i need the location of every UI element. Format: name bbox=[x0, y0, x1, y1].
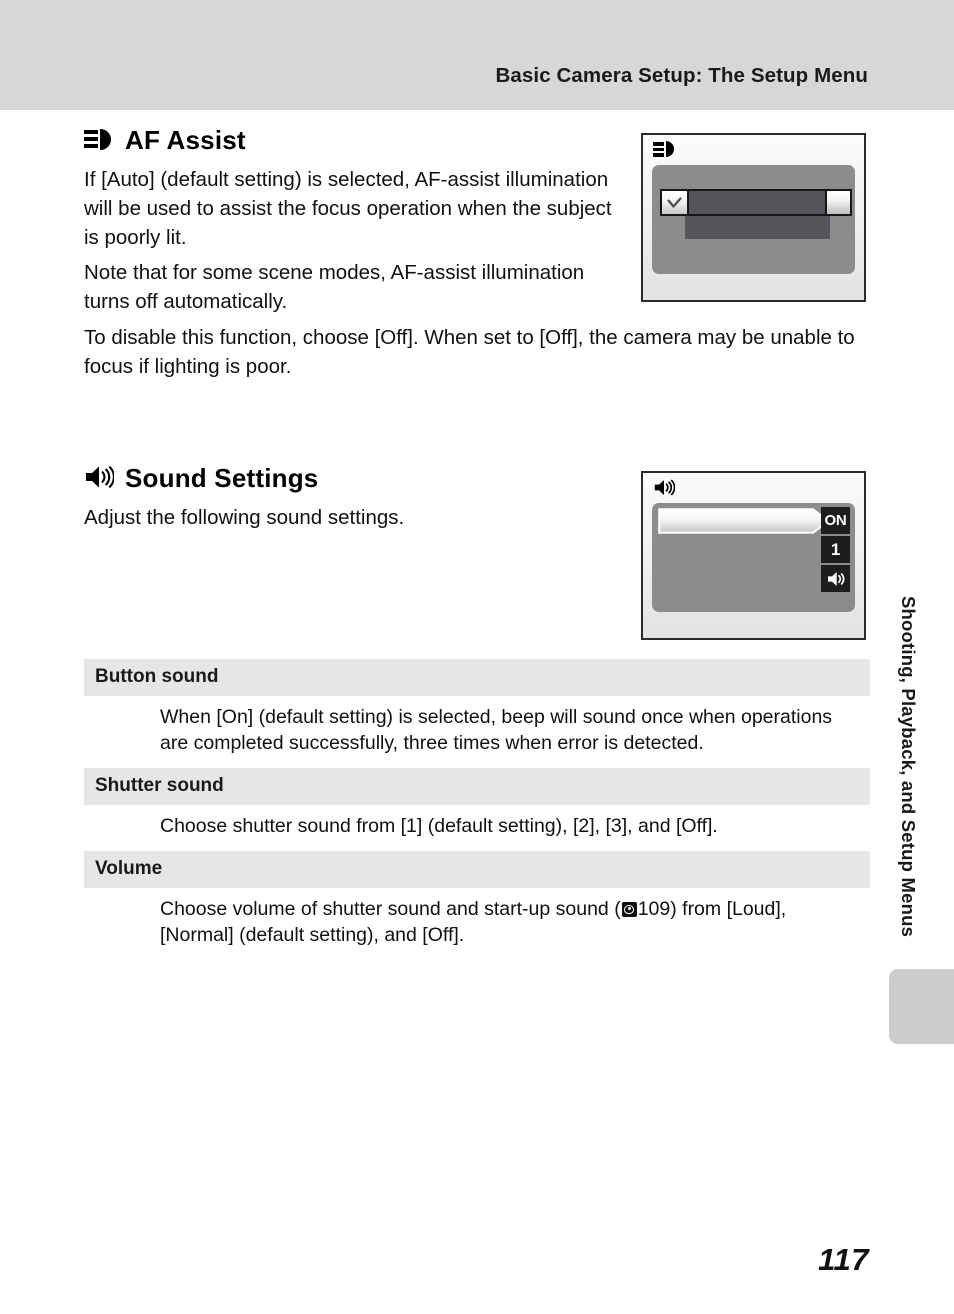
af-assist-paragraph-3: To disable this function, choose [Off]. … bbox=[84, 325, 855, 378]
sound-screen-titlebar bbox=[653, 479, 676, 499]
reference-eye-icon bbox=[621, 901, 637, 917]
af-assist-paragraph-1: If [Auto] (default setting) is selected,… bbox=[84, 168, 612, 250]
af-assist-paragraph-2: Note that for some scene modes, AF-assis… bbox=[84, 261, 585, 314]
page-header-band: Basic Camera Setup: The Setup Menu bbox=[0, 0, 954, 110]
af-screen-second-row[interactable] bbox=[685, 216, 830, 239]
af-screen-background bbox=[643, 135, 864, 300]
table-row-desc-shutter-sound: Choose shutter sound from [1] (default s… bbox=[160, 814, 718, 837]
af-screen-selected-row-marker bbox=[825, 191, 850, 214]
sound-screen-selected-row[interactable] bbox=[658, 508, 831, 534]
af-screen-selected-row-label bbox=[689, 191, 825, 214]
sound-settings-camera-screen: ON 1 bbox=[641, 471, 866, 640]
table-row-term-volume: Volume bbox=[84, 850, 870, 888]
table-row-desc-volume: Choose volume of shutter sound and start… bbox=[84, 888, 870, 960]
badge-volume[interactable] bbox=[821, 565, 850, 592]
page-number: 117 bbox=[818, 1242, 869, 1277]
af-assist-camera-screen bbox=[641, 133, 866, 302]
table-row-term-shutter-sound: Shutter sound bbox=[84, 767, 870, 805]
side-tab-label: Shooting, Playback, and Setup Menus bbox=[898, 596, 919, 938]
speaker-icon bbox=[654, 479, 676, 496]
badge-on[interactable]: ON bbox=[821, 507, 850, 534]
sound-screen-menu-panel: ON 1 bbox=[652, 503, 855, 612]
checkmark-icon bbox=[662, 191, 689, 214]
sound-screen-background: ON 1 bbox=[643, 473, 864, 638]
af-screen-menu-panel bbox=[652, 165, 855, 274]
sound-settings-definition-table: Button sound When [On] (default setting)… bbox=[84, 659, 870, 960]
sound-settings-paragraph-1: Adjust the following sound settings. bbox=[84, 505, 405, 529]
af-assist-lamp-icon bbox=[84, 128, 114, 150]
speaker-icon bbox=[827, 571, 844, 586]
page-header-title: Basic Camera Setup: The Setup Menu bbox=[495, 64, 868, 87]
sound-settings-heading-text: Sound Settings bbox=[125, 462, 319, 493]
table-row-term-button-sound: Button sound bbox=[84, 659, 870, 696]
badge-shutter-sound[interactable]: 1 bbox=[821, 536, 850, 563]
volume-desc-part1: Choose volume of shutter sound and start… bbox=[160, 897, 621, 920]
sound-screen-badge-column: ON 1 bbox=[821, 507, 850, 594]
side-tab-marker bbox=[889, 969, 954, 1044]
af-assist-heading-text: AF Assist bbox=[125, 125, 246, 155]
table-row-desc-button-sound: When [On] (default setting) is selected,… bbox=[160, 706, 833, 754]
af-assist-lamp-icon bbox=[653, 141, 677, 158]
af-screen-selected-row[interactable] bbox=[660, 189, 852, 216]
volume-ref-page: 109 bbox=[637, 897, 671, 920]
af-screen-titlebar bbox=[653, 141, 677, 161]
speaker-icon bbox=[84, 465, 115, 489]
